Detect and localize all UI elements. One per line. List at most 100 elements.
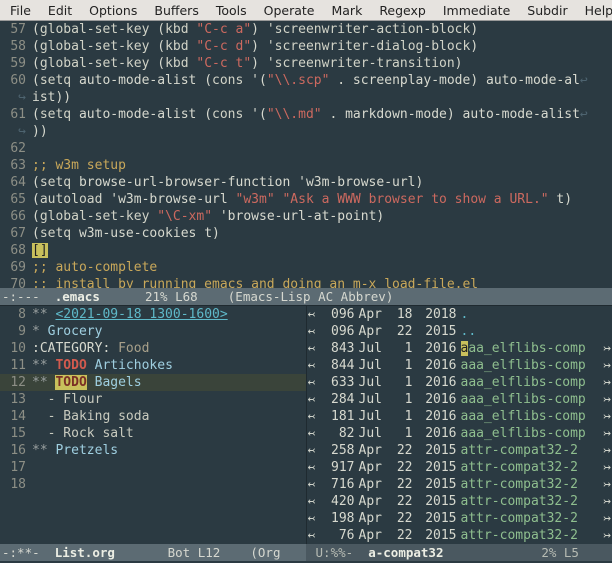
- code-line: ↪)): [0, 123, 612, 140]
- truncate-left-icon: ↢: [307, 527, 317, 544]
- file-year: 2016: [413, 340, 461, 357]
- line-number: 69: [0, 259, 32, 276]
- dired-row[interactable]: ↢633Jul12016aaa_elflibs-comp↣: [307, 374, 612, 391]
- menu-edit[interactable]: Edit: [48, 2, 72, 19]
- truncate-right-icon: ↣: [602, 425, 612, 442]
- code-line: 64(setq browse-url-browser-function 'w3m…: [0, 174, 612, 191]
- line-number: 63: [0, 157, 32, 174]
- file-day: 1: [391, 408, 413, 425]
- file-size: 258: [317, 442, 355, 459]
- dired-row[interactable]: ↢096Apr182018.: [307, 306, 612, 323]
- modeline-org[interactable]: -:**- List.org Bot L12 (Org: [0, 544, 306, 561]
- dired-row[interactable]: ↢284Jul12016aaa_elflibs-comp↣: [307, 391, 612, 408]
- file-name: .: [461, 306, 612, 323]
- file-size: 917: [317, 459, 355, 476]
- line-number: 16: [0, 442, 32, 459]
- file-month: Apr: [355, 476, 391, 493]
- file-year: 2015: [413, 459, 461, 476]
- code-line: 58(global-set-key (kbd "C-c d") 'screenw…: [0, 38, 612, 55]
- menu-immediate[interactable]: Immediate: [443, 2, 510, 19]
- menu-subdir[interactable]: Subdir: [527, 2, 567, 19]
- truncate-right-icon: ↣: [602, 408, 612, 425]
- modeline-top[interactable]: -:--- .emacs 21% L68 (Emacs-Lisp AC Abbr…: [0, 288, 612, 305]
- line-number: 61: [0, 106, 32, 123]
- file-day: 1: [391, 374, 413, 391]
- file-size: 844: [317, 357, 355, 374]
- code-line: 57(global-set-key (kbd "C-c a") 'screenw…: [0, 21, 612, 38]
- menu-mark[interactable]: Mark: [331, 2, 362, 19]
- dired-row[interactable]: ↢181Jul12016aaa_elflibs-comp↣: [307, 408, 612, 425]
- file-month: Apr: [355, 459, 391, 476]
- file-month: Apr: [355, 323, 391, 340]
- menu-bar[interactable]: File Edit Options Buffers Tools Operate Mark Re…: [0, 0, 612, 21]
- file-year: 2015: [413, 510, 461, 527]
- line-number: 8: [0, 306, 32, 323]
- modeline-buffer-name: .emacs: [55, 288, 100, 305]
- dired-row[interactable]: ↢76Apr222015attr-compat32-2↣: [307, 527, 612, 544]
- org-line: 11** TODO Artichokes: [0, 357, 306, 374]
- org-line: 15 - Rock salt: [0, 425, 306, 442]
- elisp-code-window[interactable]: 57(global-set-key (kbd "C-c a") 'screenw…: [0, 21, 612, 288]
- file-name: attr-compat32-2: [461, 476, 603, 493]
- dired-row[interactable]: ↢716Apr222015attr-compat32-2↣: [307, 476, 612, 493]
- truncate-right-icon: ↣: [602, 459, 612, 476]
- modeline-mode: (Emacs-Lisp AC Abbrev): [228, 288, 394, 305]
- line-number: 68: [0, 242, 32, 259]
- line-number: 67: [0, 225, 32, 242]
- truncate-right-icon: ↣: [602, 357, 612, 374]
- org-line: 16** Pretzels: [0, 442, 306, 459]
- menu-buffers[interactable]: Buffers: [154, 2, 198, 19]
- dired-row[interactable]: ↢420Apr222015attr-compat32-2↣: [307, 493, 612, 510]
- dired-row[interactable]: ↢198Apr222015attr-compat32-2↣: [307, 510, 612, 527]
- dired-window[interactable]: ↢096Apr182018.↢096Apr222015..↢843Jul1201…: [307, 306, 612, 544]
- file-day: 22: [391, 323, 413, 340]
- menu-file[interactable]: File: [10, 2, 31, 19]
- truncate-left-icon: ↢: [307, 459, 317, 476]
- modeline-buffer-name: a-compat32: [368, 544, 443, 561]
- dired-row[interactable]: ↢096Apr222015..: [307, 323, 612, 340]
- line-number: 9: [0, 323, 32, 340]
- line-number: 10: [0, 340, 32, 357]
- file-day: 22: [391, 493, 413, 510]
- modeline-position: 21% L68: [100, 288, 228, 305]
- file-month: Apr: [355, 527, 391, 544]
- file-name: ..: [461, 323, 612, 340]
- modeline-flags: U:%%-: [308, 544, 368, 561]
- modeline-position: Bot L12: [115, 544, 250, 561]
- modeline-dired[interactable]: U:%%- a-compat32 2% L5: [306, 544, 612, 561]
- org-window[interactable]: 8** <2021-09-18 1300-1600>9* Grocery10:C…: [0, 306, 307, 544]
- truncate-right-icon: ↣: [602, 442, 612, 459]
- org-line: 10:CATEGORY: Food: [0, 340, 306, 357]
- dired-row[interactable]: ↢843Jul12016aaa_elflibs-comp↣: [307, 340, 612, 357]
- truncate-right-icon: ↣: [602, 527, 612, 544]
- file-day: 18: [391, 306, 413, 323]
- dired-row[interactable]: ↢82Jul12016aaa_elflibs-comp↣: [307, 425, 612, 442]
- menu-options[interactable]: Options: [89, 2, 137, 19]
- menu-help[interactable]: Help: [585, 2, 612, 19]
- bottom-split: 8** <2021-09-18 1300-1600>9* Grocery10:C…: [0, 305, 612, 544]
- code-line: 59(global-set-key (kbd "C-c t") 'screenw…: [0, 55, 612, 72]
- dired-row[interactable]: ↢844Jul12016aaa_elflibs-comp↣: [307, 357, 612, 374]
- file-month: Apr: [355, 442, 391, 459]
- file-month: Jul: [355, 340, 391, 357]
- line-number: 64: [0, 174, 32, 191]
- file-month: Jul: [355, 374, 391, 391]
- line-number: 66: [0, 208, 32, 225]
- line-number: 18: [0, 476, 32, 493]
- dired-row[interactable]: ↢917Apr222015attr-compat32-2↣: [307, 459, 612, 476]
- code-line: 61(setq auto-mode-alist (cons '("\\.md" …: [0, 106, 612, 123]
- code-line: ↪ist)): [0, 89, 612, 106]
- file-name: attr-compat32-2: [461, 442, 603, 459]
- truncate-left-icon: ↢: [307, 306, 317, 323]
- menu-tools[interactable]: Tools: [216, 2, 247, 19]
- file-year: 2015: [413, 442, 461, 459]
- line-number: 59: [0, 55, 32, 72]
- code-line: 63;; w3m setup: [0, 157, 612, 174]
- file-size: 096: [317, 306, 355, 323]
- menu-regexp[interactable]: Regexp: [379, 2, 426, 19]
- dired-row[interactable]: ↢258Apr222015attr-compat32-2↣: [307, 442, 612, 459]
- menu-operate[interactable]: Operate: [264, 2, 315, 19]
- line-number: 57: [0, 21, 32, 38]
- file-year: 2015: [413, 323, 461, 340]
- file-day: 1: [391, 425, 413, 442]
